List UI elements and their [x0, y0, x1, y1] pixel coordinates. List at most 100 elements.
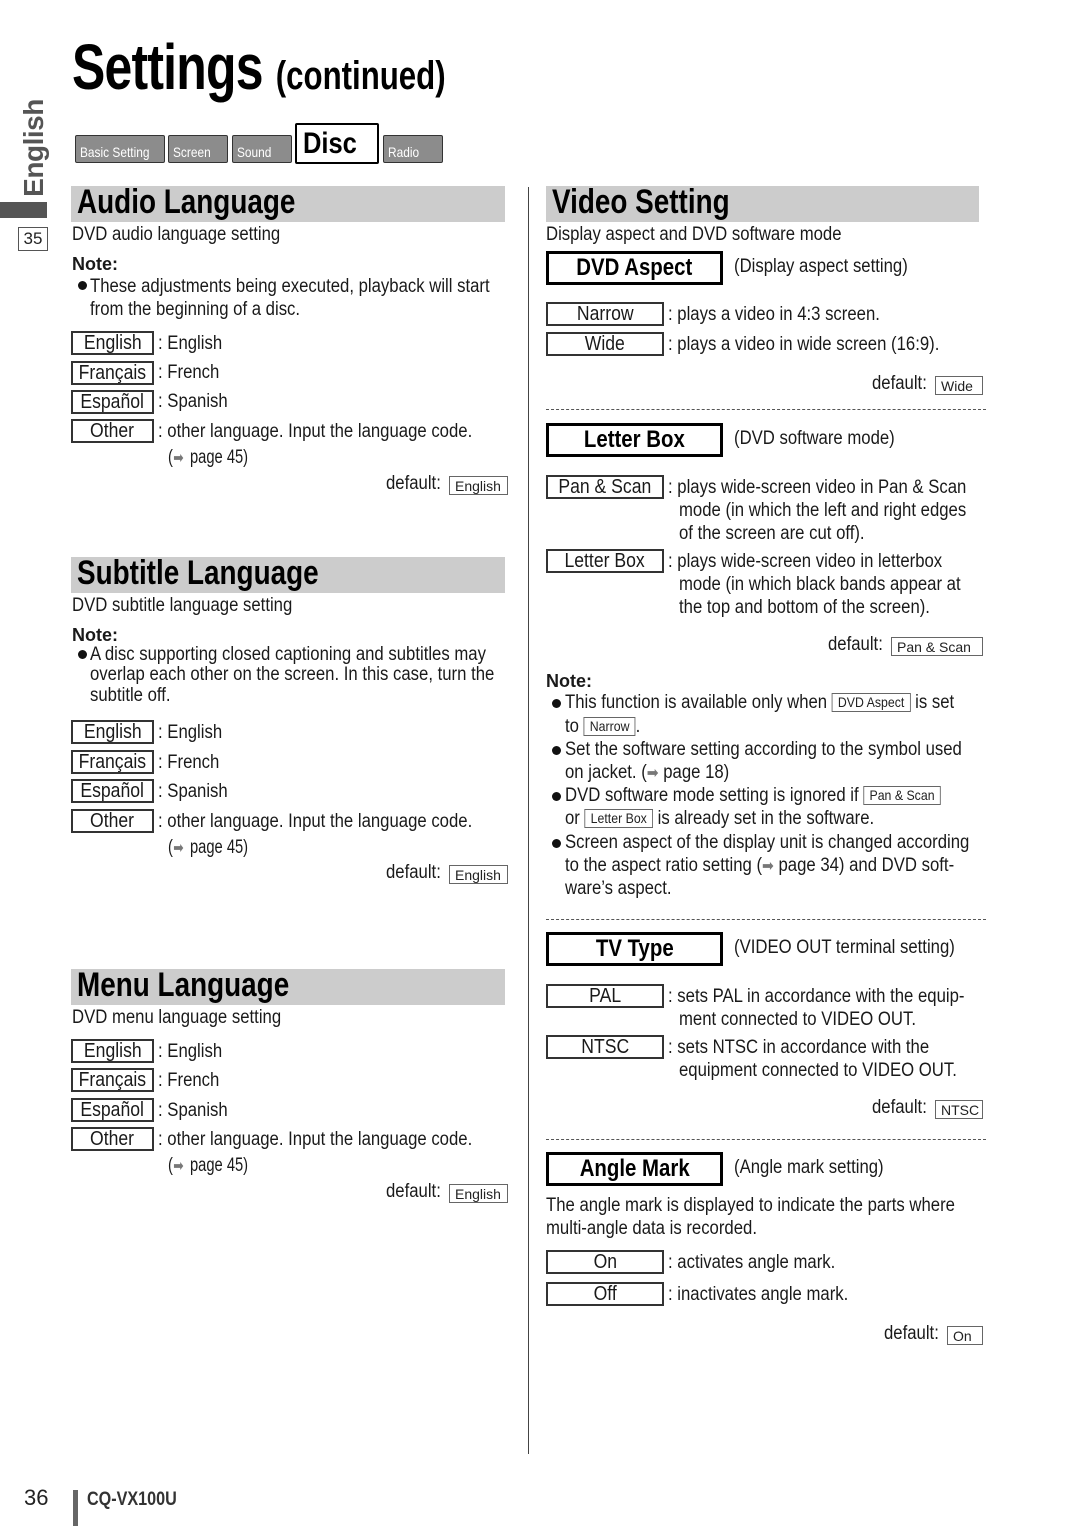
- pal-desc-line-2: ment connected to VIDEO OUT.: [679, 1009, 916, 1030]
- subtitle-page-ref: (➡ page 45): [168, 837, 249, 858]
- footer-page-number: 36: [24, 1485, 49, 1510]
- video-note-2-line-2: on jacket. (➡ page 18): [565, 762, 730, 783]
- menu-language-heading: Menu Language: [71, 966, 505, 1005]
- tab-disc[interactable]: Disc: [295, 123, 379, 164]
- language-side-tab: English: [14, 98, 54, 197]
- ntsc-desc-line-2: equipment connected to VIDEO OUT.: [679, 1060, 957, 1081]
- tab-radio[interactable]: Radio: [383, 135, 443, 163]
- letter-box-desc-line-1: : plays wide-screen video in letterbox: [668, 551, 943, 572]
- audio-default-value: English: [449, 476, 508, 495]
- subtitle-option-francais[interactable]: Français: [71, 750, 154, 774]
- video-note-label: Note:: [546, 671, 592, 691]
- dvd-aspect-option-wide[interactable]: Wide: [546, 332, 664, 356]
- angle-mark-default-value: On: [947, 1326, 983, 1345]
- subtitle-note-label: Note:: [72, 625, 118, 645]
- tv-type-option-ntsc[interactable]: NTSC: [546, 1035, 664, 1059]
- tv-type-default-value: NTSC: [935, 1100, 983, 1119]
- audio-option-english[interactable]: English: [71, 331, 154, 355]
- menu-option-francais[interactable]: Français: [71, 1068, 154, 1092]
- tv-type-default-label: default:: [872, 1097, 927, 1118]
- audio-option-other-desc: : other language. Input the language cod…: [158, 421, 473, 442]
- pan-scan-desc-line-1: : plays wide-screen video in Pan & Scan: [668, 477, 967, 498]
- angle-mark-heading: Angle Mark: [546, 1152, 723, 1186]
- dvd-aspect-option-narrow[interactable]: Narrow: [546, 302, 664, 326]
- video-note-4-line-3: ware’s aspect.: [565, 878, 672, 899]
- angle-mark-option-on-desc: : activates angle mark.: [668, 1252, 836, 1273]
- video-setting-heading: Video Setting: [546, 183, 979, 222]
- subtitle-language-heading: Subtitle Language: [71, 554, 505, 593]
- video-note-3-line-1: DVD software mode setting is ignored if …: [565, 785, 992, 807]
- subtitle-language-description: DVD subtitle language setting: [72, 595, 293, 616]
- narrow-ref-box: Narrow: [583, 717, 636, 736]
- video-note-2-line-1: Set the software setting according to th…: [565, 739, 962, 760]
- right-arrow-icon: ➡: [646, 765, 659, 782]
- audio-option-other[interactable]: Other: [71, 419, 154, 443]
- menu-language-description: DVD menu language setting: [72, 1007, 282, 1028]
- subtitle-default-label: default:: [386, 862, 441, 883]
- right-arrow-icon: ➡: [173, 1158, 184, 1175]
- audio-option-espanol-desc: : Spanish: [158, 391, 228, 412]
- dashed-divider: [546, 409, 986, 410]
- column-divider: [528, 187, 529, 1454]
- audio-note-line-2: from the beginning of a disc.: [90, 299, 301, 320]
- subtitle-option-other[interactable]: Other: [71, 809, 154, 833]
- video-note-4-line-1: Screen aspect of the display unit is cha…: [565, 832, 970, 853]
- subtitle-option-espanol-desc: : Spanish: [158, 781, 228, 802]
- subtitle-default-value: English: [449, 865, 508, 884]
- tab-basic-setting[interactable]: Basic Setting: [75, 135, 165, 163]
- dashed-divider: [546, 919, 986, 920]
- subtitle-option-other-desc: : other language. Input the language cod…: [158, 811, 473, 832]
- subtitle-note-line-3: subtitle off.: [90, 685, 171, 706]
- side-marker-bar: [0, 202, 47, 218]
- audio-note-label: Note:: [72, 254, 118, 274]
- angle-mark-description-line-1: The angle mark is displayed to indicate …: [546, 1195, 955, 1216]
- language-side-label: English: [18, 98, 49, 197]
- audio-option-francais[interactable]: Français: [71, 361, 154, 385]
- dvd-aspect-heading: DVD Aspect: [546, 251, 723, 285]
- angle-mark-option-on[interactable]: On: [546, 1250, 664, 1274]
- audio-page-ref: (➡ page 45): [168, 447, 249, 468]
- tv-type-subtitle: (VIDEO OUT terminal setting): [734, 937, 955, 958]
- tv-type-option-pal[interactable]: PAL: [546, 984, 664, 1008]
- letter-box-default-label: default:: [828, 634, 883, 655]
- angle-mark-option-off[interactable]: Off: [546, 1282, 664, 1306]
- tab-screen[interactable]: Screen: [168, 135, 228, 163]
- pan-scan-desc-line-2: mode (in which the left and right edges: [679, 500, 967, 521]
- subtitle-note-line-1: A disc supporting closed captioning and …: [90, 644, 486, 665]
- audio-option-espanol[interactable]: Español: [71, 390, 154, 414]
- letter-box-subtitle: (DVD software mode): [734, 428, 895, 449]
- letter-box-desc-line-2: mode (in which black bands appear at: [679, 574, 961, 595]
- tv-type-heading: TV Type: [546, 932, 723, 966]
- menu-option-english[interactable]: English: [71, 1039, 154, 1063]
- angle-mark-option-off-desc: : inactivates angle mark.: [668, 1284, 849, 1305]
- subtitle-option-english[interactable]: English: [71, 720, 154, 744]
- menu-option-espanol-desc: : Spanish: [158, 1100, 228, 1121]
- ntsc-desc-line-1: : sets NTSC in accordance with the: [668, 1037, 930, 1058]
- menu-option-other-desc: : other language. Input the language cod…: [158, 1129, 473, 1150]
- letter-box-option-letter-box[interactable]: Letter Box: [546, 549, 664, 573]
- letter-box-option-pan-scan[interactable]: Pan & Scan: [546, 475, 664, 499]
- dvd-aspect-subtitle: (Display aspect setting): [734, 256, 908, 277]
- audio-default-label: default:: [386, 473, 441, 494]
- video-note-1-line-1: This function is available only when DVD…: [565, 692, 955, 713]
- pan-scan-ref-box: Pan & Scan: [863, 786, 941, 805]
- subtitle-option-espanol[interactable]: Español: [71, 779, 154, 803]
- tab-sound[interactable]: Sound: [232, 135, 292, 163]
- dvd-aspect-default-value: Wide: [935, 376, 983, 395]
- bullet-icon: [552, 839, 561, 848]
- menu-option-espanol[interactable]: Español: [71, 1098, 154, 1122]
- audio-option-francais-desc: : French: [158, 362, 220, 383]
- bullet-icon: [78, 650, 87, 659]
- dashed-divider: [546, 1139, 986, 1140]
- page-title: Settings (continued): [72, 30, 446, 104]
- angle-mark-default-label: default:: [884, 1323, 939, 1344]
- footer-model: CQ-VX100U: [87, 1489, 177, 1510]
- angle-mark-description-line-2: multi-angle data is recorded.: [546, 1218, 757, 1239]
- audio-language-description: DVD audio language setting: [72, 224, 281, 245]
- subtitle-option-english-desc: : English: [158, 722, 223, 743]
- bullet-icon: [552, 746, 561, 755]
- menu-option-other[interactable]: Other: [71, 1127, 154, 1151]
- dvd-aspect-default-label: default:: [872, 373, 927, 394]
- side-page-ref: 35: [18, 227, 48, 251]
- page-title-suffix: (continued): [275, 54, 446, 98]
